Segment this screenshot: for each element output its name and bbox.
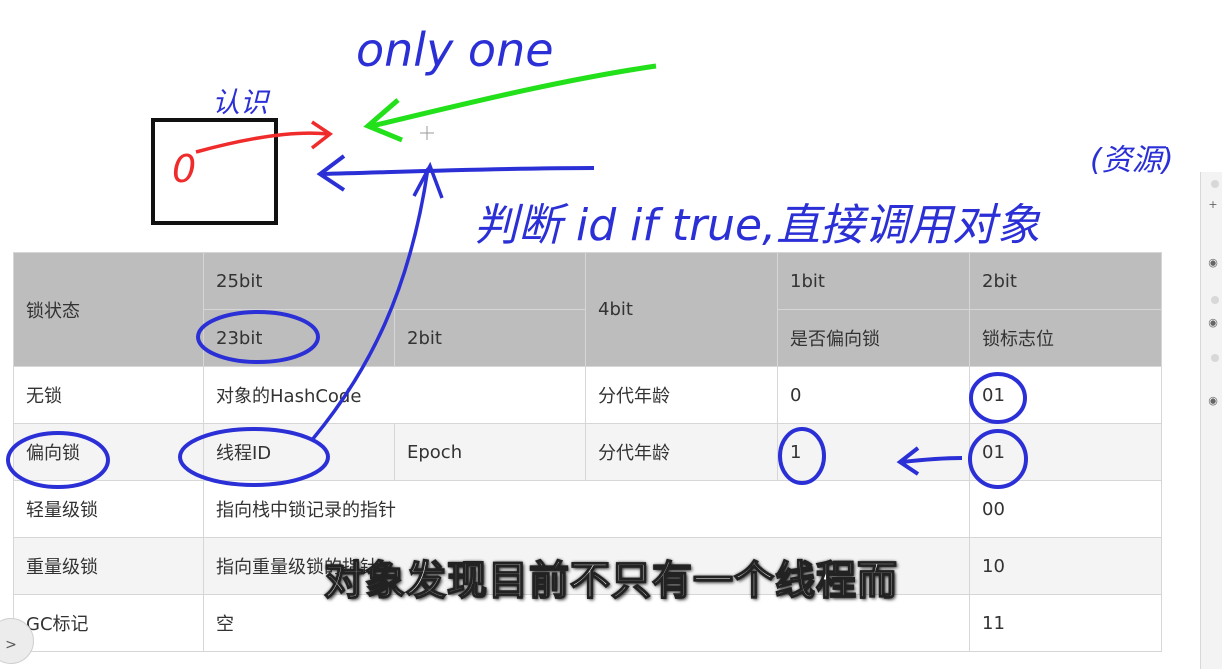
header-lock-flag: 锁标志位 [969,309,1163,367]
red-arrow-head [310,120,333,150]
cell-state: 偏向锁 [13,423,204,481]
header-1bit: 1bit [777,252,971,310]
right-side-panel: + ◉ ◉ ◉ [1200,172,1222,669]
cell-age: 分代年龄 [585,366,779,424]
cell-state: 轻量级锁 [13,480,204,538]
cell-biased: 1 [777,423,971,481]
thread-id-pointer-head [412,161,444,199]
cell-age: 分代年龄 [585,423,779,481]
header-row-1: 锁状态 25bit 4bit 1bit 2bit [13,252,1163,367]
cell-state: 无锁 [13,366,204,424]
header-lock-state: 锁状态 [13,252,204,367]
green-arrow [371,63,657,129]
eye-icon[interactable]: ◉ [1206,316,1220,330]
table-row: 轻量级锁 指向栈中锁记录的指针 00 [13,480,1163,538]
blue-arrow-head [316,154,346,192]
red-arrow [195,131,329,154]
plus-icon[interactable]: + [1206,198,1220,212]
only-one-label: only one [356,23,554,77]
cell-biased: 0 [777,366,971,424]
cell-flag: 00 [969,480,1163,538]
object-box [151,118,278,225]
header-2bit: 2bit [969,252,1163,310]
header-25bit: 25bit [202,252,587,310]
header-23bit: 23bit [203,309,395,367]
zero-label: 0 [172,147,196,191]
cell-thread-id: 线程ID [203,423,395,481]
ziyuan-label: (资源) [1090,143,1173,178]
table-row: 偏向锁 线程ID Epoch 分代年龄 1 01 [13,423,1163,481]
cell-flag: 01 [969,366,1163,424]
header-2bit-sub: 2bit [393,309,587,367]
crosshair-cursor-icon [420,126,434,140]
header-4bit: 4bit [585,252,779,367]
cell-epoch: Epoch [393,423,587,481]
video-subtitle: 对象发现目前不只有一个线程而 [323,557,898,605]
blue-arrow [321,166,595,176]
panel-dot [1211,354,1219,362]
renshi-label: 认识 [212,86,271,119]
eye-icon[interactable]: ◉ [1206,394,1220,408]
cell-content: 对象的HashCode [202,366,587,424]
cell-flag: 01 [969,423,1163,481]
table-row: 无锁 对象的HashCode 分代年龄 0 01 [13,366,1163,424]
judge-label: 判断 id if true,直接调用对象 [474,200,1041,251]
panel-dot [1211,296,1219,304]
cell-content: 指向栈中锁记录的指针 [202,480,971,538]
green-arrow-head [363,98,403,143]
header-biased-flag: 是否偏向锁 [777,309,971,367]
panel-handle-dot [1211,180,1219,188]
eye-icon[interactable]: ◉ [1206,256,1220,270]
